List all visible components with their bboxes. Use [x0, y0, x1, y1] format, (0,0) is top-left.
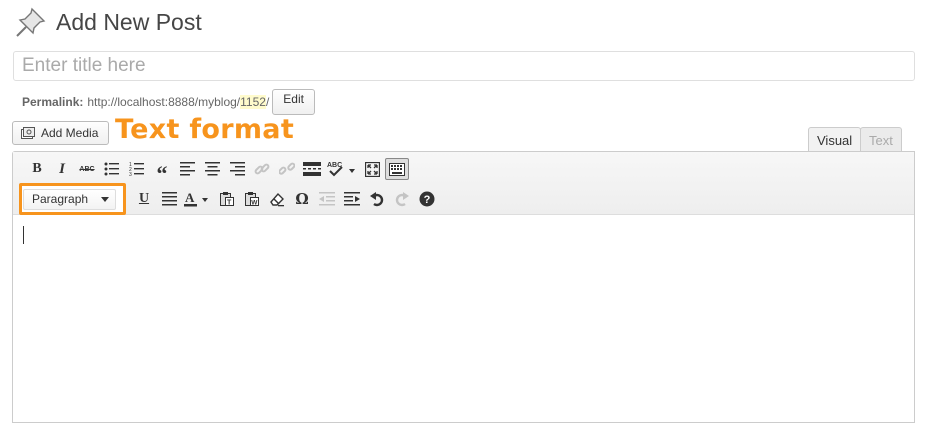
strikethrough-button[interactable]: ABC — [75, 158, 99, 180]
read-more-button[interactable] — [300, 158, 324, 180]
keyboard-icon — [389, 162, 405, 176]
align-left-icon — [179, 162, 195, 176]
justify-button[interactable] — [157, 188, 181, 210]
format-select-highlight: Paragraph — [19, 183, 126, 215]
paste-text-button[interactable]: T — [215, 188, 239, 210]
permalink-slug[interactable]: 1152 — [240, 95, 266, 109]
text-color-button[interactable]: A — [182, 188, 214, 210]
align-center-icon — [204, 162, 220, 176]
paste-word-button[interactable]: W — [240, 188, 264, 210]
read-more-icon — [303, 162, 321, 176]
indent-icon — [344, 192, 360, 206]
editor-content-area[interactable] — [13, 215, 914, 415]
edit-permalink-button[interactable]: Edit — [272, 89, 315, 115]
omega-icon: Ω — [295, 190, 309, 208]
bold-button[interactable]: B — [25, 158, 49, 180]
undo-icon — [370, 192, 384, 207]
numbered-list-icon: 123 — [129, 162, 144, 177]
format-select-value: Paragraph — [32, 192, 89, 206]
align-right-icon — [229, 162, 245, 176]
help-button[interactable]: ? — [415, 188, 439, 210]
kitchen-sink-button[interactable] — [385, 158, 409, 180]
fullscreen-button[interactable] — [360, 158, 384, 180]
strikethrough-icon: ABC — [79, 165, 95, 173]
editor: B I ABC 123 “ ABC Paragraph U A T W Ω ? — [12, 151, 915, 423]
permalink-url-prefix[interactable]: http://localhost:8888/myblog/ — [87, 95, 240, 109]
page-header: Add New Post — [14, 4, 202, 40]
spellcheck-icon: ABC — [327, 162, 355, 177]
post-title-input[interactable] — [13, 51, 915, 81]
redo-button[interactable] — [390, 188, 414, 210]
page-title: Add New Post — [56, 8, 202, 35]
toolbar-row-2: Paragraph U A T W Ω ? — [13, 183, 914, 215]
help-icon: ? — [419, 191, 435, 207]
bulleted-list-icon — [104, 162, 119, 176]
italic-icon: I — [59, 160, 65, 177]
link-icon — [254, 163, 270, 175]
align-right-button[interactable] — [225, 158, 249, 180]
toolbar-row-1: B I ABC 123 “ ABC — [13, 152, 914, 184]
redo-icon — [395, 192, 409, 207]
text-color-icon: A — [184, 191, 208, 207]
editor-toolbar: B I ABC 123 “ ABC Paragraph U A T W Ω ? — [13, 152, 914, 215]
permalink-label: Permalink: — [22, 95, 84, 109]
paste-text-icon: T — [220, 192, 234, 207]
unlink-icon — [279, 162, 295, 175]
justify-icon — [161, 192, 177, 206]
align-center-button[interactable] — [200, 158, 224, 180]
remove-link-button[interactable] — [275, 158, 299, 180]
spellcheck-button[interactable]: ABC — [325, 158, 359, 180]
svg-text:W: W — [251, 200, 258, 207]
numbered-list-button[interactable]: 123 — [125, 158, 149, 180]
outdent-icon — [319, 192, 335, 206]
permalink-row: Permalink: http://localhost:8888/myblog/… — [22, 89, 315, 115]
text-cursor — [23, 226, 24, 244]
annotation-text-format: Text format — [115, 114, 295, 145]
insert-link-button[interactable] — [250, 158, 274, 180]
svg-text:A: A — [185, 191, 195, 205]
add-media-button[interactable]: Add Media — [12, 121, 110, 145]
indent-button[interactable] — [340, 188, 364, 210]
outdent-button[interactable] — [315, 188, 339, 210]
blockquote-button[interactable]: “ — [150, 158, 174, 186]
add-media-label: Add Media — [41, 126, 99, 140]
fullscreen-icon — [364, 161, 380, 177]
svg-text:3: 3 — [129, 172, 132, 177]
permalink-url-suffix: / — [265, 95, 270, 109]
align-left-button[interactable] — [175, 158, 199, 180]
clear-formatting-button[interactable] — [265, 188, 289, 210]
blockquote-icon: “ — [156, 160, 168, 186]
undo-button[interactable] — [365, 188, 389, 210]
media-icon — [21, 127, 35, 139]
italic-button[interactable]: I — [50, 158, 74, 180]
eraser-icon — [270, 192, 284, 207]
format-select[interactable]: Paragraph — [23, 188, 116, 210]
bulleted-list-button[interactable] — [100, 158, 124, 180]
tab-visual[interactable]: Visual — [808, 127, 862, 152]
underline-icon: U — [138, 191, 150, 206]
bold-icon: B — [32, 161, 42, 176]
special-character-button[interactable]: Ω — [290, 188, 314, 210]
chevron-down-icon — [101, 196, 109, 202]
svg-text:T: T — [227, 200, 232, 207]
svg-text:?: ? — [424, 194, 431, 206]
underline-button[interactable]: U — [132, 188, 156, 210]
pushpin-icon — [14, 5, 48, 39]
paste-word-icon: W — [245, 192, 259, 207]
tab-text[interactable]: Text — [860, 127, 902, 152]
